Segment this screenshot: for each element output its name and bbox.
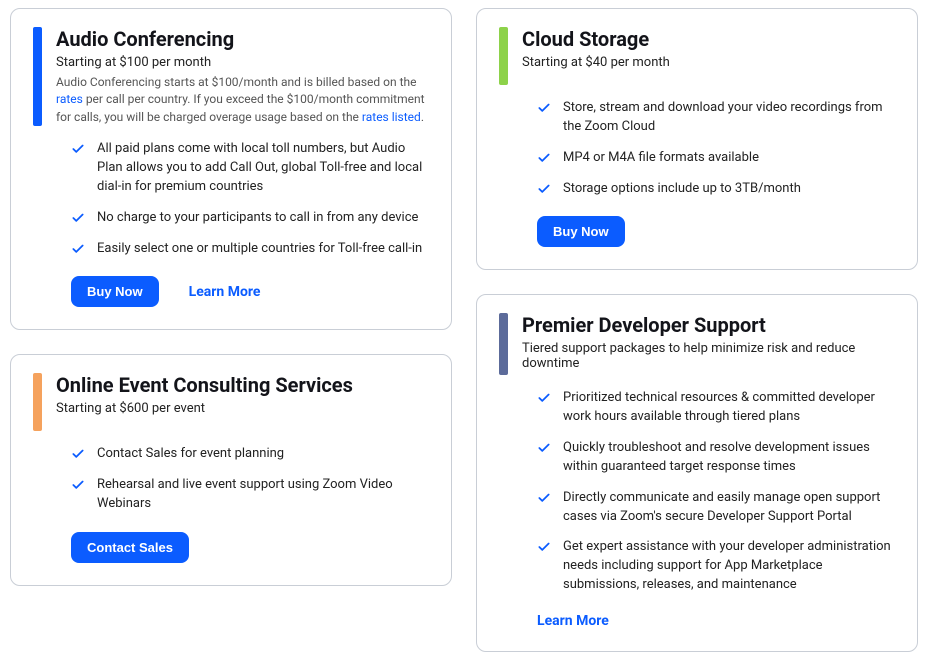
feature-text: Store, stream and download your video re…: [563, 100, 883, 134]
check-icon: [537, 101, 551, 115]
check-icon: [537, 540, 551, 554]
rates-listed-link[interactable]: rates listed: [362, 110, 421, 124]
feature-text: Contact Sales for event planning: [97, 446, 284, 461]
feature-item: Storage options include up to 3TB/month: [537, 180, 895, 199]
feature-list: Store, stream and download your video re…: [537, 99, 895, 198]
feature-item: No charge to your participants to call i…: [71, 209, 429, 228]
check-icon: [537, 391, 551, 405]
check-icon: [537, 182, 551, 196]
card-actions: Buy Now Learn More: [71, 276, 429, 307]
card-header: Premier Developer Support Tiered support…: [499, 313, 895, 375]
check-icon: [537, 441, 551, 455]
feature-text: No charge to your participants to call i…: [97, 210, 418, 225]
feature-item: Directly communicate and easily manage o…: [537, 489, 895, 527]
card-header: Online Event Consulting Services Startin…: [33, 373, 429, 431]
accent-bar: [499, 27, 508, 85]
feature-list: Contact Sales for event planning Rehears…: [71, 445, 429, 514]
audio-conferencing-card: Audio Conferencing Starting at $100 per …: [10, 8, 452, 330]
feature-text: Easily select one or multiple countries …: [97, 241, 422, 256]
card-title: Audio Conferencing: [56, 27, 429, 51]
feature-list: Prioritized technical resources & commit…: [537, 389, 895, 595]
feature-text: Directly communicate and easily manage o…: [563, 490, 880, 524]
premier-developer-support-card: Premier Developer Support Tiered support…: [476, 294, 918, 652]
accent-bar: [33, 373, 42, 431]
header-text: Online Event Consulting Services Startin…: [56, 373, 429, 420]
check-icon: [71, 142, 85, 156]
contact-sales-button[interactable]: Contact Sales: [71, 532, 189, 563]
feature-item: Quickly troubleshoot and resolve develop…: [537, 439, 895, 477]
header-text: Cloud Storage Starting at $40 per month: [522, 27, 895, 74]
accent-bar: [33, 27, 42, 126]
card-actions: Buy Now: [537, 216, 895, 247]
card-header: Cloud Storage Starting at $40 per month: [499, 27, 895, 85]
card-subtitle: Starting at $40 per month: [522, 55, 895, 70]
header-text: Audio Conferencing Starting at $100 per …: [56, 27, 429, 126]
check-icon: [71, 242, 85, 256]
online-event-consulting-card: Online Event Consulting Services Startin…: [10, 354, 452, 586]
learn-more-link[interactable]: Learn More: [537, 613, 609, 629]
check-icon: [537, 151, 551, 165]
feature-list: All paid plans come with local toll numb…: [71, 140, 429, 258]
card-header: Audio Conferencing Starting at $100 per …: [33, 27, 429, 126]
buy-now-button[interactable]: Buy Now: [537, 216, 625, 247]
card-title: Cloud Storage: [522, 27, 895, 51]
feature-item: Prioritized technical resources & commit…: [537, 389, 895, 427]
feature-text: Get expert assistance with your develope…: [563, 539, 891, 592]
card-subtitle: Starting at $100 per month: [56, 55, 429, 70]
feature-item: Easily select one or multiple countries …: [71, 240, 429, 259]
rates-link[interactable]: rates: [56, 92, 83, 106]
feature-text: Prioritized technical resources & commit…: [563, 390, 875, 424]
card-title: Premier Developer Support: [522, 313, 895, 337]
buy-now-button[interactable]: Buy Now: [71, 276, 159, 307]
card-subtitle: Tiered support packages to help minimize…: [522, 341, 895, 371]
feature-item: Get expert assistance with your develope…: [537, 538, 895, 595]
check-icon: [71, 478, 85, 492]
feature-item: Contact Sales for event planning: [71, 445, 429, 464]
cloud-storage-card: Cloud Storage Starting at $40 per month …: [476, 8, 918, 270]
learn-more-link[interactable]: Learn More: [189, 284, 261, 300]
left-column: Audio Conferencing Starting at $100 per …: [10, 8, 452, 652]
check-icon: [71, 447, 85, 461]
card-subtitle: Starting at $600 per event: [56, 401, 429, 416]
check-icon: [537, 491, 551, 505]
accent-bar: [499, 313, 508, 375]
feature-item: Store, stream and download your video re…: [537, 99, 895, 137]
feature-text: MP4 or M4A file formats available: [563, 150, 759, 165]
feature-text: Rehearsal and live event support using Z…: [97, 477, 393, 511]
header-text: Premier Developer Support Tiered support…: [522, 313, 895, 375]
feature-text: Quickly troubleshoot and resolve develop…: [563, 440, 870, 474]
desc-text: .: [421, 110, 424, 124]
feature-item: All paid plans come with local toll numb…: [71, 140, 429, 197]
feature-text: All paid plans come with local toll numb…: [97, 141, 422, 194]
right-column: Cloud Storage Starting at $40 per month …: [476, 8, 918, 652]
check-icon: [71, 211, 85, 225]
card-description: Audio Conferencing starts at $100/month …: [56, 74, 429, 126]
desc-text: Audio Conferencing starts at $100/month …: [56, 75, 417, 89]
feature-item: MP4 or M4A file formats available: [537, 149, 895, 168]
card-title: Online Event Consulting Services: [56, 373, 429, 397]
card-actions: Contact Sales: [71, 532, 429, 563]
feature-text: Storage options include up to 3TB/month: [563, 181, 801, 196]
pricing-addons-grid: Audio Conferencing Starting at $100 per …: [10, 8, 918, 652]
feature-item: Rehearsal and live event support using Z…: [71, 476, 429, 514]
